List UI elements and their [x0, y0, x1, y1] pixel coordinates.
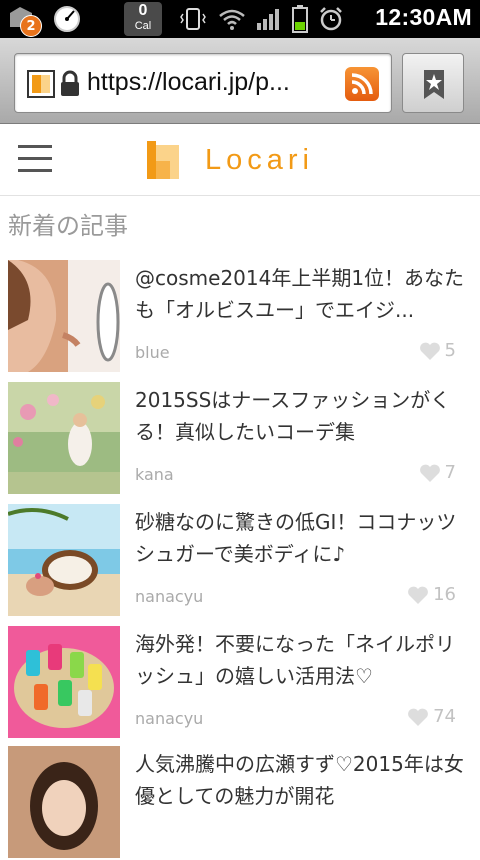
article-author: blue — [135, 343, 170, 362]
heart-icon — [419, 342, 440, 360]
speedometer-icon — [50, 2, 84, 36]
wifi-icon — [219, 9, 245, 30]
lock-icon — [61, 70, 79, 96]
section-title: 新着の記事 — [8, 212, 128, 240]
site-header: Locari — [0, 124, 480, 196]
article-item[interactable]: 2015SSはナースファッションがくる！真似したいコーデ集 kana 7 — [8, 382, 472, 496]
rss-icon[interactable] — [345, 67, 379, 101]
status-time: 12:30AM — [375, 4, 472, 30]
article-thumbnail — [8, 746, 120, 858]
browser-toolbar: https://locari.jp/p... — [0, 38, 480, 124]
vibrate-icon — [180, 8, 206, 30]
article-item[interactable]: 人気沸騰中の広瀬すず♡2015年は女優としての魅力が開花 — [8, 746, 472, 860]
alarm-icon — [320, 7, 342, 31]
article-likes: 16 — [407, 584, 456, 605]
article-likes: 5 — [419, 340, 456, 361]
site-logo[interactable]: Locari — [147, 140, 314, 180]
article-likes: 74 — [407, 706, 456, 727]
article-thumbnail — [8, 260, 120, 372]
article-author: nanacyu — [135, 709, 204, 728]
calorie-widget: 0 Cal — [124, 2, 162, 36]
heart-icon — [408, 708, 429, 726]
heart-icon — [419, 464, 440, 482]
battery-icon — [292, 5, 308, 33]
article-item[interactable]: 海外発！不要になった「ネイルポリッシュ」の嬉しい活用法♡ nanacyu 74 — [8, 626, 472, 740]
like-count: 16 — [433, 584, 456, 605]
article-author: kana — [135, 465, 174, 484]
signal-icon — [257, 9, 279, 30]
notification-badge: 2 — [20, 15, 42, 37]
heart-icon — [408, 586, 429, 604]
notification-icon: 2 — [6, 3, 44, 37]
article-author: nanacyu — [135, 587, 204, 606]
url-bar[interactable]: https://locari.jp/p... — [14, 53, 392, 113]
article-thumbnail — [8, 626, 120, 738]
like-count: 74 — [433, 706, 456, 727]
article-thumbnail — [8, 504, 120, 616]
article-title: 海外発！不要になった「ネイルポリッシュ」の嬉しい活用法♡ — [135, 632, 455, 688]
article-item[interactable]: 砂糖なのに驚きの低GI！ココナッツシュガーで美ボディに♪ nanacyu 16 — [8, 504, 472, 618]
status-bar: 2 0 Cal 12:30AM — [0, 0, 480, 38]
article-title: 砂糖なのに驚きの低GI！ココナッツシュガーで美ボディに♪ — [135, 510, 457, 566]
article-likes: 7 — [419, 462, 456, 483]
calorie-label: Cal — [134, 20, 152, 32]
article-item[interactable]: @cosme2014年上半期1位！あなたも「オルビスユー」でエイジ... blu… — [8, 260, 472, 374]
article-thumbnail — [8, 382, 120, 494]
like-count: 5 — [444, 340, 456, 361]
calorie-count: 0 — [138, 2, 148, 19]
bookmark-icon — [424, 70, 444, 99]
menu-icon[interactable] — [18, 145, 52, 175]
site-favicon-icon — [27, 70, 55, 98]
logo-mark-icon — [147, 141, 179, 179]
article-title: 2015SSはナースファッションがくる！真似したいコーデ集 — [135, 388, 451, 444]
url-text: https://locari.jp/p... — [87, 68, 290, 96]
article-title: 人気沸騰中の広瀬すず♡2015年は女優としての魅力が開花 — [135, 752, 464, 808]
like-count: 7 — [444, 462, 456, 483]
bookmark-button[interactable] — [402, 53, 464, 113]
article-title: @cosme2014年上半期1位！あなたも「オルビスユー」でエイジ... — [135, 266, 465, 322]
logo-text: Locari — [205, 143, 314, 176]
